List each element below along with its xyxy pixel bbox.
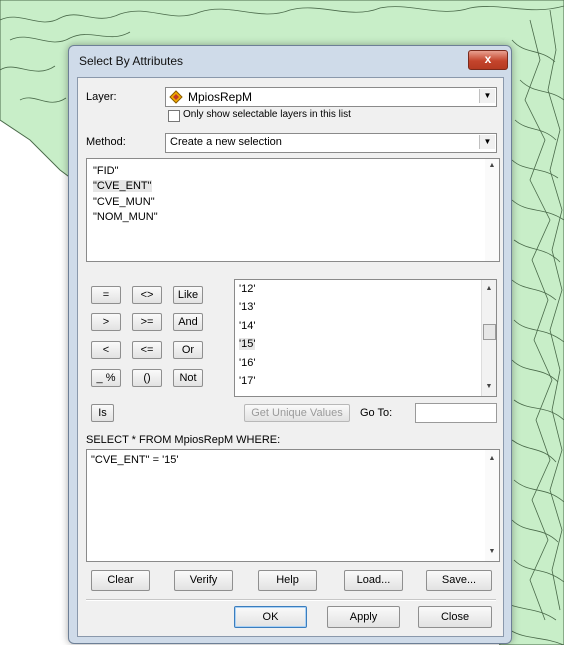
layer-dropdown[interactable]: MpiosRepM ▼ xyxy=(165,87,497,107)
values-scrollbar[interactable]: ▲ ▼ xyxy=(481,280,496,396)
method-value: Create a new selection xyxy=(170,136,282,148)
dialog-client-area: Layer: MpiosRepM ▼ Only show selectable … xyxy=(77,77,504,637)
op-like-button[interactable]: Like xyxy=(173,286,203,304)
chevron-down-icon[interactable]: ▼ xyxy=(479,89,495,103)
dialog-title: Select By Attributes xyxy=(79,54,184,68)
save-button[interactable]: Save... xyxy=(426,570,492,591)
go-to-input[interactable] xyxy=(415,403,497,423)
scroll-up-icon[interactable]: ▲ xyxy=(482,282,496,296)
title-bar[interactable]: Select By Attributes x xyxy=(69,46,511,76)
go-to-label: Go To: xyxy=(360,407,393,419)
scroll-down-icon[interactable]: ▼ xyxy=(482,380,496,394)
layer-value: MpiosRepM xyxy=(188,90,253,104)
verify-button[interactable]: Verify xyxy=(174,570,233,591)
fields-list[interactable]: "FID" "CVE_ENT" "CVE_MUN" "NOM_MUN" ▲ xyxy=(86,158,500,262)
op-or-button[interactable]: Or xyxy=(173,341,203,359)
value-item[interactable]: '16' xyxy=(239,357,255,369)
sql-label: SELECT * FROM MpiosRepM WHERE: xyxy=(86,434,281,446)
value-item[interactable]: '17' xyxy=(239,375,255,387)
load-button[interactable]: Load... xyxy=(344,570,403,591)
help-button[interactable]: Help xyxy=(258,570,317,591)
op-less-equal-button[interactable]: <= xyxy=(132,341,162,359)
op-not-equal-button[interactable]: <> xyxy=(132,286,162,304)
op-parentheses-button[interactable]: () xyxy=(132,369,162,387)
layer-label: Layer: xyxy=(86,91,117,103)
fields-scrollbar[interactable]: ▲ xyxy=(485,159,499,261)
sql-scrollbar[interactable]: ▲ ▼ xyxy=(485,450,499,561)
close-icon: x xyxy=(484,52,492,66)
only-selectable-label: Only show selectable layers in this list xyxy=(183,109,351,120)
scroll-up-icon[interactable]: ▲ xyxy=(485,159,499,173)
ok-button[interactable]: OK xyxy=(234,606,307,628)
op-and-button[interactable]: And xyxy=(173,313,203,331)
button-divider xyxy=(86,599,496,601)
scroll-thumb[interactable] xyxy=(483,324,496,340)
field-item[interactable]: "CVE_ENT" xyxy=(93,180,152,192)
op-greater-button[interactable]: > xyxy=(91,313,121,331)
close-button[interactable]: Close xyxy=(418,606,492,628)
apply-button[interactable]: Apply xyxy=(327,606,400,628)
field-item[interactable]: "FID" xyxy=(93,165,119,177)
op-is-button[interactable]: Is xyxy=(91,404,114,422)
get-unique-values-button[interactable]: Get Unique Values xyxy=(244,404,350,422)
scroll-up-icon[interactable]: ▲ xyxy=(485,452,499,466)
unique-values-list[interactable]: '12' '13' '14' '15' '16' '17' ▲ ▼ xyxy=(234,279,497,397)
op-not-button[interactable]: Not xyxy=(173,369,203,387)
select-by-attributes-dialog: Select By Attributes x Layer: MpiosRepM … xyxy=(68,45,512,644)
method-dropdown[interactable]: Create a new selection ▼ xyxy=(165,133,497,153)
field-item[interactable]: "CVE_MUN" xyxy=(93,196,155,208)
scroll-down-icon[interactable]: ▼ xyxy=(485,545,499,559)
op-less-button[interactable]: < xyxy=(91,341,121,359)
value-item[interactable]: '15' xyxy=(239,338,256,350)
field-item[interactable]: "NOM_MUN" xyxy=(93,211,158,223)
op-equals-button[interactable]: = xyxy=(91,286,121,304)
method-label: Method: xyxy=(86,136,126,148)
op-greater-equal-button[interactable]: >= xyxy=(132,313,162,331)
sql-expression[interactable]: "CVE_ENT" = '15' xyxy=(91,454,179,466)
chevron-down-icon[interactable]: ▼ xyxy=(479,135,495,149)
only-selectable-checkbox[interactable] xyxy=(168,110,180,122)
close-window-button[interactable]: x xyxy=(468,50,508,70)
clear-button[interactable]: Clear xyxy=(91,570,150,591)
value-item[interactable]: '13' xyxy=(239,301,255,313)
value-item[interactable]: '14' xyxy=(239,320,255,332)
value-item[interactable]: '12' xyxy=(239,283,255,295)
op-wildcard-button[interactable]: _ % xyxy=(91,369,121,387)
sql-expression-box[interactable]: "CVE_ENT" = '15' ▲ ▼ xyxy=(86,449,500,562)
layer-diamond-icon xyxy=(169,90,183,104)
